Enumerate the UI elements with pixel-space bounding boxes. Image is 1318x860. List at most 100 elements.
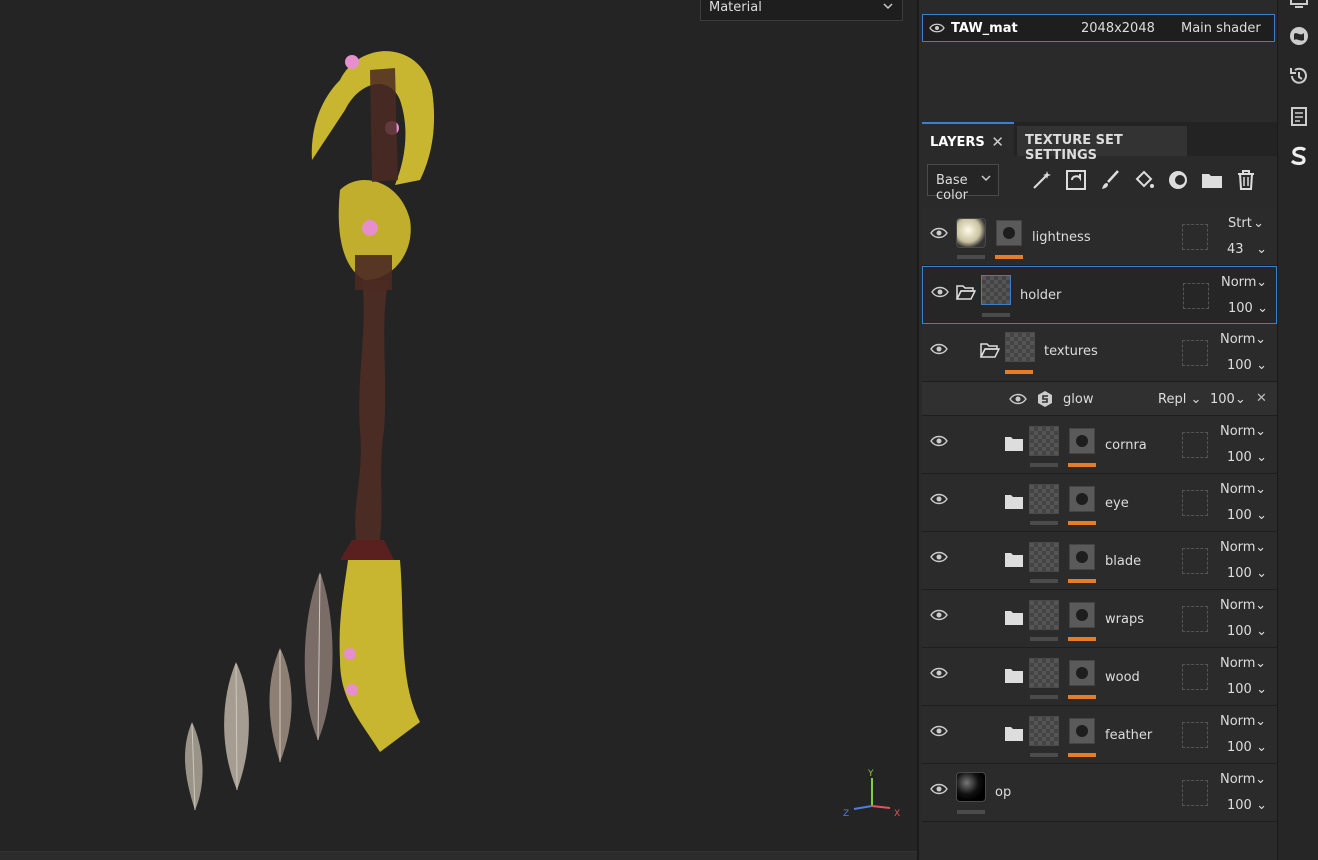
trash-icon[interactable] bbox=[1234, 168, 1258, 192]
mask-thumbnail[interactable] bbox=[1069, 544, 1095, 570]
mask-thumbnail[interactable] bbox=[1069, 428, 1095, 454]
blend-mode-select[interactable]: Norm ⌄ bbox=[1221, 275, 1269, 290]
mask-thumbnail[interactable] bbox=[1069, 486, 1095, 512]
blend-mode-select[interactable]: Norm ⌄ bbox=[1220, 714, 1268, 729]
3d-viewport[interactable]: Material Y X Z bbox=[0, 0, 917, 860]
layer-item[interactable]: wood Norm ⌄ 100 ⌄ bbox=[922, 648, 1277, 706]
effect-item[interactable]: glow Repl ⌄ 100⌄ ✕ bbox=[922, 382, 1277, 416]
effect-blend-select[interactable]: Repl ⌄ bbox=[1158, 392, 1201, 407]
layer-name[interactable]: wraps bbox=[1105, 612, 1144, 627]
eye-icon[interactable] bbox=[930, 550, 948, 564]
layer-name[interactable]: lightness bbox=[1032, 230, 1091, 245]
folder-icon[interactable] bbox=[1004, 494, 1024, 510]
material-mode-select[interactable]: Material bbox=[700, 0, 903, 21]
layer-item[interactable]: feather Norm ⌄ 100 ⌄ bbox=[922, 706, 1277, 764]
tab-texture-set-settings[interactable]: TEXTURE SET SETTINGS bbox=[1017, 126, 1187, 163]
opacity-select[interactable]: 100 ⌄ bbox=[1227, 740, 1269, 755]
chevron-down-icon: ⌄ bbox=[1256, 508, 1267, 523]
folder-open-icon[interactable] bbox=[980, 342, 1000, 358]
folder-icon[interactable] bbox=[1004, 552, 1024, 568]
mask-color-bar bbox=[1068, 637, 1096, 641]
layer-item[interactable]: op Norm ⌄ 100 ⌄ bbox=[922, 764, 1277, 822]
eye-icon[interactable] bbox=[1009, 392, 1027, 406]
layer-name[interactable]: feather bbox=[1105, 728, 1152, 743]
eye-icon[interactable] bbox=[931, 285, 949, 299]
layer-slot bbox=[1182, 722, 1208, 748]
mask-thumbnail[interactable] bbox=[1069, 660, 1095, 686]
eye-icon[interactable] bbox=[930, 434, 948, 448]
opacity-select[interactable]: 100 ⌄ bbox=[1227, 624, 1269, 639]
tab-layers[interactable]: LAYERS ✕ bbox=[922, 122, 1014, 156]
channel-select[interactable]: Base color bbox=[927, 164, 999, 203]
blend-mode-select[interactable]: Norm ⌄ bbox=[1220, 332, 1268, 347]
eye-icon[interactable] bbox=[930, 492, 948, 506]
blend-mode-select[interactable]: Norm ⌄ bbox=[1220, 598, 1268, 613]
opacity-select[interactable]: 100 ⌄ bbox=[1227, 358, 1269, 373]
eye-icon[interactable] bbox=[930, 782, 948, 796]
mask-icon[interactable] bbox=[1166, 168, 1190, 192]
opacity-select[interactable]: 100 ⌄ bbox=[1227, 798, 1269, 813]
blend-mode-select[interactable]: Norm ⌄ bbox=[1220, 656, 1268, 671]
smart-mask-icon[interactable] bbox=[1064, 168, 1088, 192]
substance-logo-icon[interactable] bbox=[1288, 145, 1310, 167]
folder-icon[interactable] bbox=[1004, 610, 1024, 626]
opacity-select[interactable]: 43 ⌄ bbox=[1227, 242, 1269, 257]
close-icon[interactable]: ✕ bbox=[991, 133, 1004, 151]
eye-icon[interactable] bbox=[930, 666, 948, 680]
layer-name[interactable]: textures bbox=[1044, 344, 1098, 359]
layer-item[interactable]: textures Norm ⌄ 100 ⌄ bbox=[922, 324, 1277, 382]
blend-mode-select[interactable]: Norm ⌄ bbox=[1220, 482, 1268, 497]
eye-icon[interactable] bbox=[930, 724, 948, 738]
opacity-select[interactable]: 100 ⌄ bbox=[1227, 682, 1269, 697]
folder-icon[interactable] bbox=[1004, 668, 1024, 684]
layer-name[interactable]: holder bbox=[1020, 288, 1061, 303]
fill-bucket-icon[interactable] bbox=[1132, 168, 1156, 192]
blend-mode-select[interactable]: Strt ⌄ bbox=[1220, 216, 1268, 231]
environment-icon[interactable] bbox=[1288, 25, 1310, 47]
eye-icon[interactable] bbox=[930, 342, 948, 356]
layer-name[interactable]: cornra bbox=[1105, 438, 1147, 453]
layer-item[interactable]: blade Norm ⌄ 100 ⌄ bbox=[922, 532, 1277, 590]
layer-item[interactable]: lightness Strt ⌄ 43 ⌄ bbox=[922, 208, 1277, 266]
chevron-down-icon: ⌄ bbox=[1190, 392, 1202, 407]
log-icon[interactable] bbox=[1288, 105, 1310, 127]
blend-mode-select[interactable]: Norm ⌄ bbox=[1220, 424, 1268, 439]
folder-icon[interactable] bbox=[1004, 726, 1024, 742]
channel-label: Base color bbox=[936, 173, 969, 203]
opacity-select[interactable]: 100 ⌄ bbox=[1228, 301, 1270, 316]
layer-item[interactable]: eye Norm ⌄ 100 ⌄ bbox=[922, 474, 1277, 532]
layer-name[interactable]: wood bbox=[1105, 670, 1140, 685]
mask-color-bar bbox=[1068, 579, 1096, 583]
folder-icon[interactable] bbox=[1004, 436, 1024, 452]
blend-mode-select[interactable]: Norm ⌄ bbox=[1220, 772, 1268, 787]
eye-icon[interactable] bbox=[929, 22, 945, 34]
close-icon[interactable]: ✕ bbox=[1256, 391, 1267, 406]
mask-thumbnail[interactable] bbox=[1069, 602, 1095, 628]
folder-icon[interactable] bbox=[1200, 168, 1224, 192]
display-settings-icon[interactable] bbox=[1288, 0, 1310, 14]
magic-wand-icon[interactable] bbox=[1030, 168, 1054, 192]
layer-name[interactable]: op bbox=[995, 785, 1011, 800]
eye-icon[interactable] bbox=[930, 608, 948, 622]
texture-set-row[interactable]: TAW_mat 2048x2048 Main shader bbox=[922, 14, 1275, 42]
blend-mode-label: Norm bbox=[1221, 275, 1257, 290]
blend-mode-select[interactable]: Norm ⌄ bbox=[1220, 540, 1268, 555]
layer-item[interactable]: cornra Norm ⌄ 100 ⌄ bbox=[922, 416, 1277, 474]
layer-name[interactable]: blade bbox=[1105, 554, 1141, 569]
effect-name[interactable]: glow bbox=[1063, 392, 1093, 407]
layer-item-selected[interactable]: holder Norm ⌄ 100 ⌄ bbox=[922, 266, 1277, 324]
axis-gizmo: Y X Z bbox=[838, 764, 908, 824]
history-icon[interactable] bbox=[1288, 65, 1310, 87]
folder-open-icon[interactable] bbox=[956, 284, 976, 300]
mask-thumbnail[interactable] bbox=[1069, 718, 1095, 744]
eye-icon[interactable] bbox=[930, 226, 948, 240]
layer-thumbnail bbox=[1029, 426, 1059, 456]
mask-thumbnail[interactable] bbox=[996, 220, 1022, 246]
layer-item[interactable]: wraps Norm ⌄ 100 ⌄ bbox=[922, 590, 1277, 648]
opacity-select[interactable]: 100 ⌄ bbox=[1227, 566, 1269, 581]
opacity-select[interactable]: 100 ⌄ bbox=[1227, 450, 1269, 465]
brush-icon[interactable] bbox=[1098, 168, 1122, 192]
effect-opacity-select[interactable]: 100⌄ bbox=[1210, 392, 1246, 407]
layer-name[interactable]: eye bbox=[1105, 496, 1129, 511]
opacity-select[interactable]: 100 ⌄ bbox=[1227, 508, 1269, 523]
